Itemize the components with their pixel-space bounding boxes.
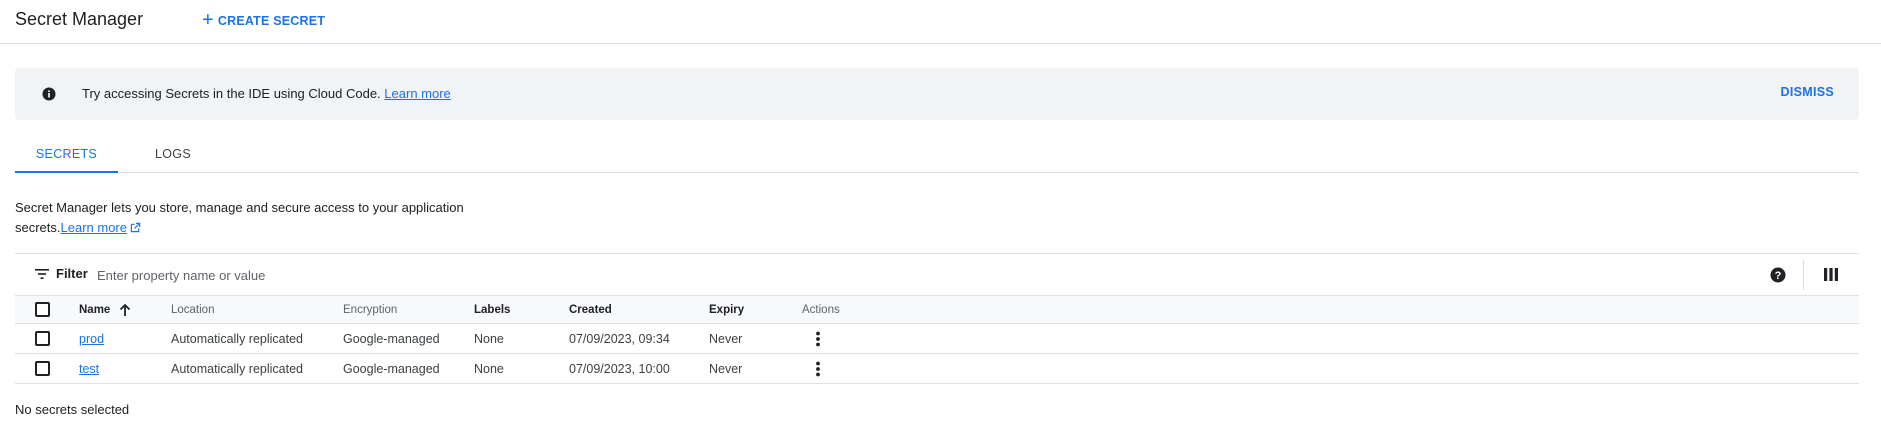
- more-vert-icon[interactable]: [809, 360, 827, 378]
- external-link-icon: [130, 222, 141, 233]
- select-all-checkbox[interactable]: [35, 302, 50, 317]
- row-checkbox[interactable]: [35, 331, 50, 346]
- column-header-actions: Actions: [802, 303, 840, 316]
- labels-cell: None: [474, 361, 504, 376]
- tab-logs[interactable]: LOGS: [128, 138, 218, 173]
- table-header-row: Name Location Encryption Labels Created …: [15, 295, 1859, 324]
- row-select-cell: [35, 354, 50, 383]
- column-name-label: Name: [79, 303, 111, 316]
- row-checkbox[interactable]: [35, 361, 50, 376]
- column-header-expiry: Expiry: [709, 303, 745, 316]
- info-icon: [42, 87, 56, 101]
- arrow-up-icon: [120, 303, 131, 316]
- expiry-cell: Never: [709, 361, 743, 376]
- description-learn-more-link[interactable]: Learn more: [61, 220, 141, 235]
- plus-icon: +: [202, 9, 214, 31]
- filter-icon: [35, 269, 49, 279]
- location-cell: Automatically replicated: [171, 331, 304, 346]
- created-cell: 07/09/2023, 10:00: [569, 361, 670, 376]
- toolbar-divider: [1803, 260, 1804, 290]
- banner-text: Try accessing Secrets in the IDE using C…: [82, 86, 381, 101]
- info-banner: Try accessing Secrets in the IDE using C…: [15, 68, 1859, 120]
- column-header-encryption: Encryption: [343, 303, 398, 316]
- table-row: prod Automatically replicated Google-man…: [15, 324, 1859, 354]
- secrets-table: Name Location Encryption Labels Created …: [15, 295, 1859, 384]
- select-all-cell: [35, 296, 50, 323]
- secret-name-link[interactable]: test: [79, 362, 99, 376]
- location-cell: Automatically replicated: [171, 361, 304, 376]
- tab-secrets[interactable]: SECRETS: [15, 138, 118, 173]
- name-cell: prod: [79, 324, 104, 353]
- actions-cell: [802, 324, 827, 353]
- column-header-labels: Labels: [474, 303, 511, 316]
- dismiss-button[interactable]: DISMISS: [1781, 85, 1835, 99]
- page-header: Secret Manager + CREATE SECRET: [0, 0, 1881, 44]
- encryption-cell: Google-managed: [343, 331, 440, 346]
- actions-cell: [802, 354, 827, 383]
- filter-label: Filter: [56, 266, 88, 281]
- banner-learn-more-link[interactable]: Learn more: [384, 86, 450, 101]
- labels-cell: None: [474, 331, 504, 346]
- selection-status: No secrets selected: [15, 402, 130, 417]
- column-header-name[interactable]: Name: [79, 296, 132, 323]
- page-title: Secret Manager: [15, 9, 144, 29]
- more-vert-icon[interactable]: [809, 330, 827, 348]
- row-select-cell: [35, 324, 50, 353]
- created-cell: 07/09/2023, 09:34: [569, 331, 670, 346]
- svg-text:?: ?: [1775, 270, 1782, 282]
- column-header-created: Created: [569, 303, 612, 316]
- filter-input[interactable]: [97, 263, 697, 287]
- create-secret-button[interactable]: + CREATE SECRET: [202, 9, 326, 31]
- encryption-cell: Google-managed: [343, 361, 440, 376]
- column-header-location: Location: [171, 303, 215, 316]
- description-text-line1: Secret Manager lets you store, manage an…: [15, 200, 464, 215]
- filter-bar: Filter ?: [15, 253, 1859, 295]
- page-description: Secret Manager lets you store, manage an…: [15, 198, 485, 238]
- expiry-cell: Never: [709, 331, 743, 346]
- name-cell: test: [79, 354, 99, 383]
- tab-bar: SECRETS LOGS: [15, 138, 1859, 173]
- table-row: test Automatically replicated Google-man…: [15, 354, 1859, 384]
- secret-name-link[interactable]: prod: [79, 332, 104, 346]
- description-text-line2: secrets.: [15, 220, 61, 235]
- banner-message: Try accessing Secrets in the IDE using C…: [82, 86, 451, 101]
- help-icon[interactable]: ?: [1770, 267, 1786, 283]
- column-display-icon[interactable]: [1824, 268, 1838, 281]
- create-secret-label: CREATE SECRET: [217, 14, 326, 28]
